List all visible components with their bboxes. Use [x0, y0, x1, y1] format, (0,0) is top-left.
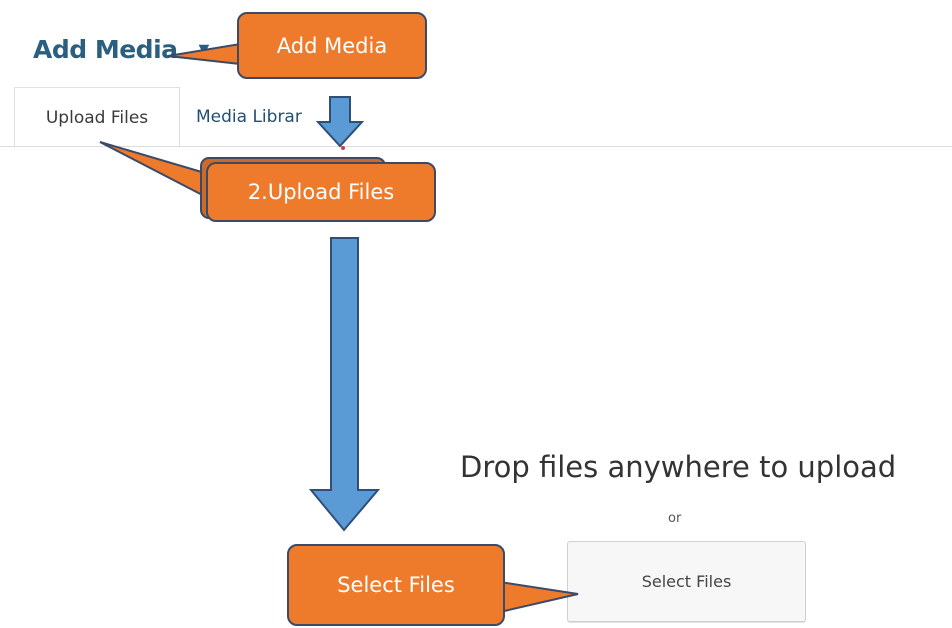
arrow-down-long — [308, 237, 381, 532]
page-title: Add Media — [33, 35, 178, 64]
callout-pointer-upload-files — [99, 141, 213, 202]
caret-down-icon[interactable]: ▼ — [195, 33, 213, 65]
tab-media-library[interactable]: Media Librar — [186, 87, 376, 147]
tab-strip — [0, 87, 14, 147]
tab-upload-files[interactable]: Upload Files — [14, 87, 180, 147]
tab-upload-files-label: Upload Files — [45, 107, 149, 128]
or-separator: or — [668, 511, 682, 526]
callout-upload-files: 2.Upload Files — [206, 162, 436, 222]
callout-add-media: Add Media — [237, 12, 427, 79]
callout-select-files: Select Files — [287, 544, 505, 626]
drop-files-instructions: Drop files anywhere to upload — [460, 450, 897, 484]
tab-media-library-label: Media Librar — [196, 107, 302, 127]
select-files-button[interactable]: Select Files — [567, 541, 806, 622]
tab-divider — [0, 146, 952, 147]
